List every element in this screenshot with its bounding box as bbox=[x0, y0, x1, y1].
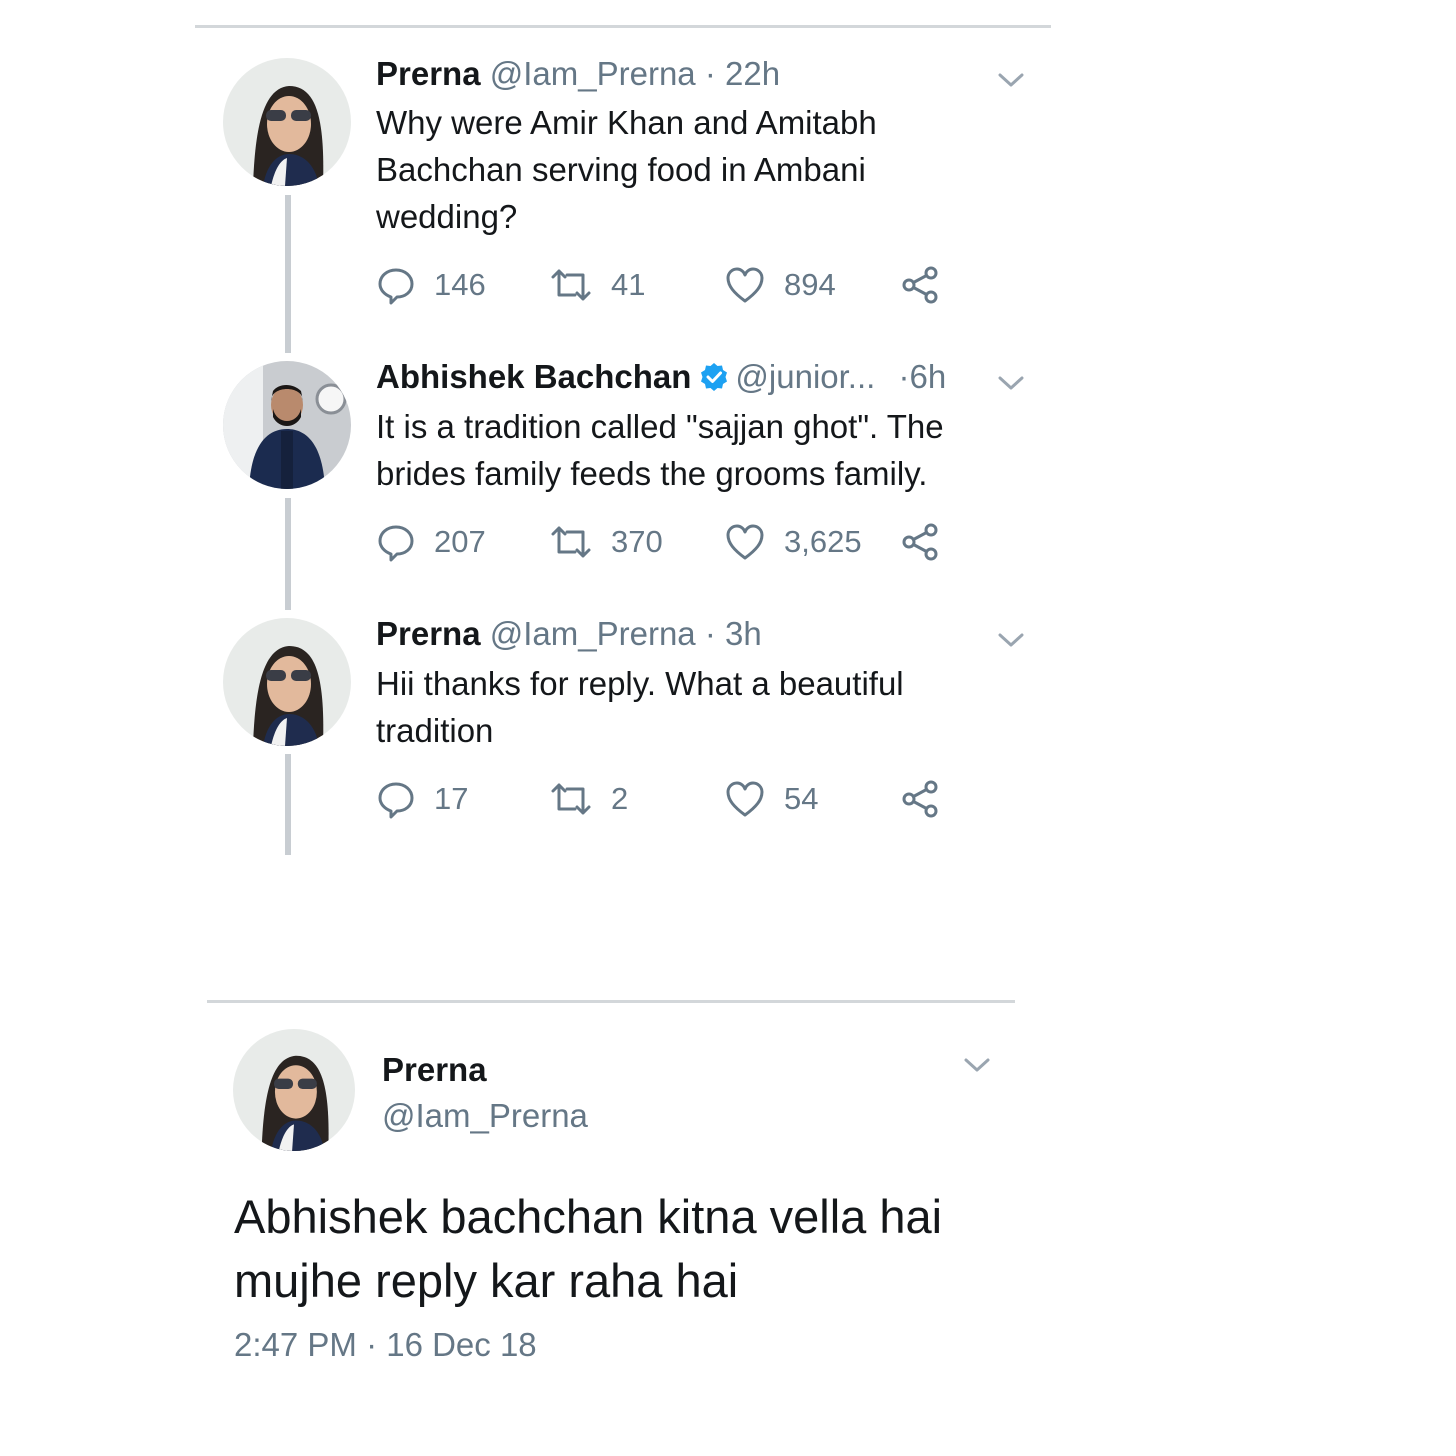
user-handle[interactable]: @Iam_Prerna bbox=[490, 615, 696, 652]
share-icon bbox=[902, 266, 938, 304]
avatar-woman-icon bbox=[223, 58, 351, 186]
separator-dot: · bbox=[704, 55, 716, 92]
retweet-icon bbox=[551, 783, 591, 815]
heart-icon bbox=[726, 267, 764, 303]
like-count: 3,625 bbox=[784, 524, 862, 559]
verified-badge-icon bbox=[701, 363, 728, 391]
tweet-text: Abhishek bachchan kitna vella hai mujhe … bbox=[234, 1190, 943, 1307]
chevron-down-icon[interactable] bbox=[995, 64, 1027, 96]
tweet-time[interactable]: 22h bbox=[725, 55, 780, 92]
retweet-count: 370 bbox=[611, 524, 663, 559]
share-icon bbox=[902, 780, 938, 818]
separator-dot: · bbox=[898, 358, 910, 395]
like-count: 54 bbox=[784, 781, 819, 816]
share-button[interactable] bbox=[900, 777, 940, 821]
avatar-woman-icon bbox=[233, 1029, 355, 1151]
tweet-text: Why were Amir Khan and Amitabh Bachchan … bbox=[376, 104, 877, 235]
heart-icon bbox=[726, 781, 764, 817]
retweet-button[interactable]: 41 bbox=[549, 263, 645, 307]
display-name[interactable]: Prerna bbox=[376, 615, 481, 652]
retweet-button[interactable]: 2 bbox=[549, 777, 628, 821]
like-count: 894 bbox=[784, 267, 836, 302]
avatar[interactable] bbox=[223, 361, 351, 489]
reply-icon bbox=[378, 268, 414, 305]
thread-connector bbox=[285, 754, 291, 855]
tweet-actions: 207 370 3,625 bbox=[376, 520, 976, 564]
reply-icon bbox=[378, 782, 414, 819]
avatar-woman-icon bbox=[223, 618, 351, 746]
reply-button[interactable]: 146 bbox=[376, 263, 486, 307]
tweet-header: Prerna @Iam_Prerna · 3h bbox=[376, 614, 762, 654]
avatar[interactable] bbox=[223, 618, 351, 746]
tweet-timestamp[interactable]: 2:47 PM · 16 Dec 18 bbox=[234, 1326, 537, 1364]
chevron-down-icon[interactable] bbox=[995, 367, 1027, 399]
avatar[interactable] bbox=[233, 1029, 355, 1151]
tweet-actions: 146 41 894 bbox=[376, 263, 976, 307]
share-icon bbox=[902, 523, 938, 561]
reply-count: 207 bbox=[434, 524, 486, 559]
tweet-time[interactable]: 3h bbox=[725, 615, 762, 652]
display-name[interactable]: Prerna bbox=[376, 55, 481, 92]
like-button[interactable]: 54 bbox=[724, 777, 818, 821]
display-name[interactable]: Prerna bbox=[382, 1051, 487, 1089]
user-handle[interactable]: @Iam_Prerna bbox=[382, 1097, 588, 1135]
avatar-man-icon bbox=[223, 361, 351, 489]
tweet-thread: Prerna @Iam_Prerna · 22h Why were Amir K… bbox=[195, 25, 1051, 855]
like-button[interactable]: 3,625 bbox=[724, 520, 862, 564]
user-handle[interactable]: @junior... bbox=[735, 358, 875, 395]
thread-connector bbox=[285, 498, 291, 610]
tweet-text: Hii thanks for reply. What a beautiful t… bbox=[376, 665, 904, 749]
reply-count: 146 bbox=[434, 267, 486, 302]
reply-count: 17 bbox=[434, 781, 469, 816]
share-button[interactable] bbox=[900, 263, 940, 307]
avatar[interactable] bbox=[223, 58, 351, 186]
display-name[interactable]: Abhishek Bachchan bbox=[376, 358, 691, 395]
tweet-header: Prerna @Iam_Prerna · 22h bbox=[376, 54, 780, 94]
user-handle[interactable]: @Iam_Prerna bbox=[490, 55, 696, 92]
tweet-actions: 17 2 54 bbox=[376, 777, 976, 821]
chevron-down-icon[interactable] bbox=[995, 624, 1027, 656]
chevron-down-icon[interactable] bbox=[961, 1049, 993, 1081]
thread-connector bbox=[285, 195, 291, 353]
tweet-text: It is a tradition called "sajjan ghot". … bbox=[376, 408, 944, 492]
reply-button[interactable]: 17 bbox=[376, 777, 468, 821]
retweet-icon bbox=[551, 526, 591, 558]
retweet-count: 41 bbox=[611, 267, 646, 302]
retweet-button[interactable]: 370 bbox=[549, 520, 663, 564]
tweet-header: Abhishek Bachchan @junior... ·6h bbox=[376, 357, 946, 397]
separator-dot: · bbox=[704, 615, 716, 652]
tweet-detail: Prerna @Iam_Prerna Abhishek bachchan kit… bbox=[207, 1000, 1015, 1456]
tweet-time[interactable]: 6h bbox=[910, 358, 947, 395]
retweet-count: 2 bbox=[611, 781, 629, 816]
reply-icon bbox=[378, 525, 414, 562]
like-button[interactable]: 894 bbox=[724, 263, 836, 307]
heart-icon bbox=[726, 524, 764, 560]
share-button[interactable] bbox=[900, 520, 940, 564]
reply-button[interactable]: 207 bbox=[376, 520, 486, 564]
retweet-icon bbox=[551, 269, 591, 301]
